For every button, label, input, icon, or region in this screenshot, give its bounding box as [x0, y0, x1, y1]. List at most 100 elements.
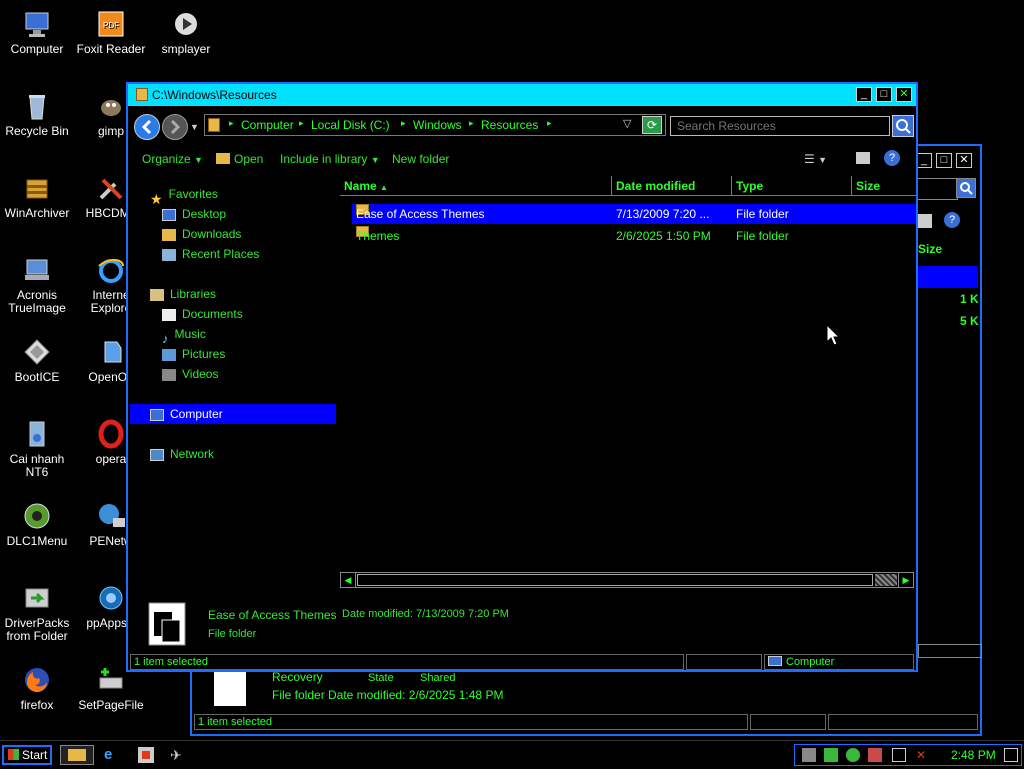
explorer-window[interactable]: C:\Windows\Resources _ □ ✕ ▼ ▸ Computer … [126, 82, 918, 672]
view-options-button[interactable]: ☰ ▼ [804, 152, 827, 166]
address-dropdown[interactable]: ▽ [623, 117, 631, 130]
tray-network-icon[interactable] [802, 748, 816, 762]
tray-play-icon[interactable] [846, 748, 860, 762]
quicklaunch-explorer[interactable] [60, 745, 94, 765]
tray-display-icon[interactable] [892, 748, 906, 762]
file-row[interactable]: Ease of Access Themes 7/13/2009 7:20 ...… [352, 204, 916, 224]
horizontal-scrollbar[interactable] [918, 644, 982, 658]
desktop-icon-cai-nhanh[interactable]: Cai nhanh NT6 [0, 418, 74, 479]
close-button[interactable]: ✕ [956, 153, 972, 168]
file-row[interactable]: Themes 2/6/2025 1:50 PM File folder [352, 226, 916, 246]
nav-network[interactable]: Network [150, 444, 214, 464]
desktop-icon-dlc1menu[interactable]: DLC1Menu [0, 500, 74, 548]
desktop-icon-driverpacks[interactable]: DriverPacks from Folder [0, 582, 74, 643]
column-header-date-modified[interactable]: Date modified [612, 176, 732, 196]
quicklaunch-network[interactable] [138, 747, 154, 763]
start-button[interactable]: Start [2, 745, 52, 765]
scroll-track[interactable] [875, 574, 897, 586]
desktop-icon-firefox[interactable]: firefox [0, 664, 74, 712]
breadcrumb-local-disk[interactable]: Local Disk (C:) [311, 118, 390, 132]
refresh-button[interactable]: ⟳ [642, 116, 662, 134]
tools-icon [99, 178, 123, 200]
breadcrumb-windows[interactable]: Windows [413, 118, 462, 132]
driverpacks-icon [25, 588, 49, 608]
search-input[interactable] [670, 116, 890, 136]
back-button[interactable] [134, 114, 160, 140]
close-button[interactable]: ✕ [896, 87, 912, 102]
selected-row[interactable] [918, 266, 978, 288]
open-button[interactable]: Open [216, 152, 263, 166]
preview-pane-button[interactable] [918, 214, 932, 228]
title-bar[interactable]: C:\Windows\Resources _ □ ✕ [128, 84, 916, 106]
nav-recent-places[interactable]: Recent Places [162, 244, 259, 264]
nav-downloads[interactable]: Downloads [162, 224, 241, 244]
breadcrumb-resources[interactable]: Resources [481, 118, 538, 132]
new-folder-button[interactable]: New folder [392, 152, 449, 166]
minimize-button[interactable]: _ [916, 153, 932, 168]
search-button[interactable] [892, 115, 914, 137]
size-cell: 1 K [960, 292, 979, 306]
maximize-button[interactable]: □ [876, 87, 892, 102]
quicklaunch-bird[interactable]: ✈ [170, 747, 188, 763]
preview-pane-button[interactable] [856, 152, 870, 164]
tray-volume-muted-icon[interactable]: ✕ [916, 748, 930, 762]
breadcrumb-computer[interactable]: Computer [241, 118, 294, 132]
scroll-right-button[interactable]: ▶ [898, 573, 913, 587]
maximize-button[interactable]: □ [936, 153, 952, 168]
desktop-icon-label: BootICE [14, 370, 60, 384]
desktop-icon-winarchiver[interactable]: WinArchiver [0, 172, 74, 220]
pictures-icon [162, 348, 176, 361]
desktop-icon-recycle-bin[interactable]: Recycle Bin [0, 90, 74, 138]
nav-label: Documents [182, 307, 243, 321]
column-header-size[interactable]: Size [918, 242, 942, 256]
nav-documents[interactable]: Documents [162, 304, 243, 324]
organize-menu[interactable]: Organize ▼ [142, 152, 203, 166]
desktop-icon-smplayer[interactable]: smplayer [149, 8, 223, 56]
help-button[interactable]: ? [944, 212, 960, 228]
desktop-icon-label: DriverPacks from Folder [4, 616, 70, 643]
desktop-icon-label: WinArchiver [4, 206, 70, 220]
scroll-thumb[interactable] [357, 574, 873, 586]
desktop-icon-bootice[interactable]: BootICE [0, 336, 74, 384]
desktop-icon-computer[interactable]: Computer [0, 8, 74, 56]
desktop-icon-label: SetPageFile [78, 698, 144, 712]
desktop-icon-foxit[interactable]: PDF Foxit Reader [74, 8, 148, 56]
details-pane: Ease of Access Themes Date modified: 7/1… [128, 598, 916, 650]
nav-favorites[interactable]: ★ Favorites [150, 184, 218, 207]
status-cell-empty [686, 654, 762, 670]
nav-music[interactable]: ♪ Music [162, 324, 206, 346]
forward-button[interactable] [162, 114, 188, 140]
nav-pictures[interactable]: Pictures [162, 344, 225, 364]
videos-icon [162, 368, 176, 381]
nav-libraries[interactable]: Libraries [150, 284, 216, 304]
scroll-left-button[interactable]: ◀ [341, 573, 356, 587]
quicklaunch-ie[interactable]: e [104, 747, 120, 763]
minimize-button[interactable]: _ [856, 87, 872, 102]
search-icon [896, 119, 911, 134]
history-dropdown[interactable]: ▼ [190, 122, 200, 132]
column-header-name[interactable]: Name ▲ [340, 176, 612, 196]
smplayer-icon [175, 13, 197, 35]
status-cell-empty [750, 714, 826, 730]
tray-shield-icon[interactable] [824, 748, 838, 762]
nav-videos[interactable]: Videos [162, 364, 218, 384]
file-type: File folder [736, 229, 789, 243]
clock[interactable]: 2:48 PM [951, 748, 996, 762]
nav-computer[interactable]: Computer [150, 404, 223, 424]
horizontal-scrollbar[interactable]: ◀ ▶ [340, 572, 914, 588]
show-desktop-icon[interactable] [1004, 748, 1018, 762]
desktop-icon-acronis[interactable]: Acronis TrueImage [0, 254, 74, 315]
search-button[interactable] [956, 178, 976, 198]
open-label: Open [234, 152, 264, 166]
address-bar[interactable]: ▸ Computer ▸ Local Disk (C:) ▸ Windows ▸… [204, 114, 666, 136]
computer-icon [25, 12, 49, 37]
include-in-library-menu[interactable]: Include in library ▼ [280, 152, 380, 166]
column-header-type[interactable]: Type [732, 176, 852, 196]
nav-desktop[interactable]: Desktop [162, 204, 226, 224]
nav-label: Favorites [168, 187, 218, 201]
search-box[interactable] [916, 178, 958, 200]
column-header-size[interactable]: Size [852, 176, 916, 196]
tray-tools-icon[interactable] [868, 748, 882, 762]
taskbar: Start e ✈ ✕ 2:48 PM [0, 740, 1024, 769]
help-button[interactable]: ? [884, 150, 900, 166]
